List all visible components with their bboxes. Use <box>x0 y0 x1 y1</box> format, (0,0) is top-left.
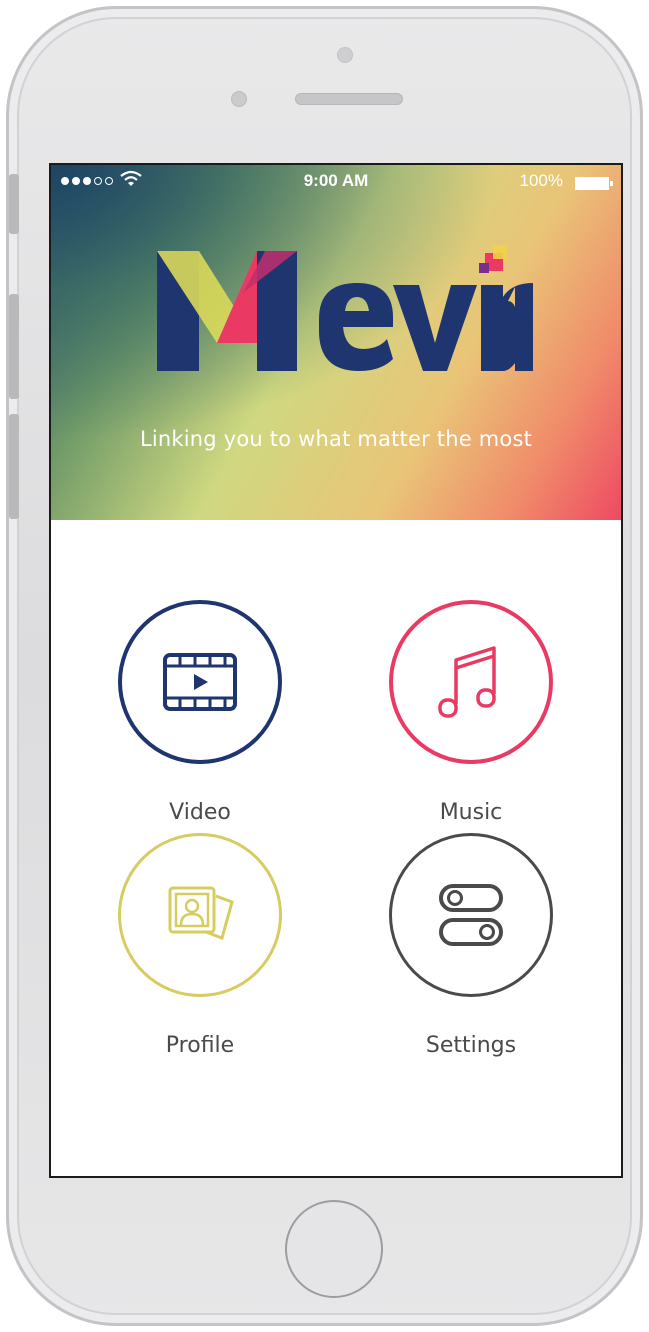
video-circle-button[interactable] <box>118 600 282 764</box>
mute-switch <box>9 174 19 234</box>
status-bar: 9:00 AM 100% <box>51 165 621 201</box>
home-button[interactable] <box>285 1200 383 1298</box>
video-icon <box>163 653 237 711</box>
battery-percent: 100% <box>519 171 563 190</box>
front-camera <box>337 47 353 63</box>
earpiece-speaker <box>295 93 403 105</box>
profile-label: Profile <box>165 1033 235 1058</box>
menu-item-settings[interactable]: Settings <box>371 833 571 1058</box>
phone-screen: 9:00 AM 100% Linking you to what matter … <box>49 163 623 1178</box>
volume-up-button <box>9 294 19 399</box>
music-circle-button[interactable] <box>389 600 553 764</box>
music-note-icon <box>438 646 496 718</box>
menu-item-music[interactable]: Music <box>371 600 571 825</box>
mevia-logo <box>157 245 533 371</box>
menu-grid: Video Music Profile Settings <box>51 520 621 1176</box>
settings-label: Settings <box>425 1033 517 1058</box>
app-tagline: Linking you to what matter the most <box>139 427 533 451</box>
settings-circle-button[interactable] <box>389 833 553 997</box>
menu-item-profile[interactable]: Profile <box>100 833 300 1058</box>
profile-circle-button[interactable] <box>118 833 282 997</box>
proximity-sensor <box>231 91 247 107</box>
toggle-settings-icon <box>439 884 503 946</box>
menu-item-video[interactable]: Video <box>100 600 300 825</box>
profile-icon <box>168 886 234 940</box>
volume-down-button <box>9 414 19 519</box>
music-label: Music <box>439 800 503 825</box>
video-label: Video <box>169 800 231 825</box>
hero-banner: 9:00 AM 100% Linking you to what matter … <box>51 165 621 520</box>
battery-icon <box>575 177 613 190</box>
